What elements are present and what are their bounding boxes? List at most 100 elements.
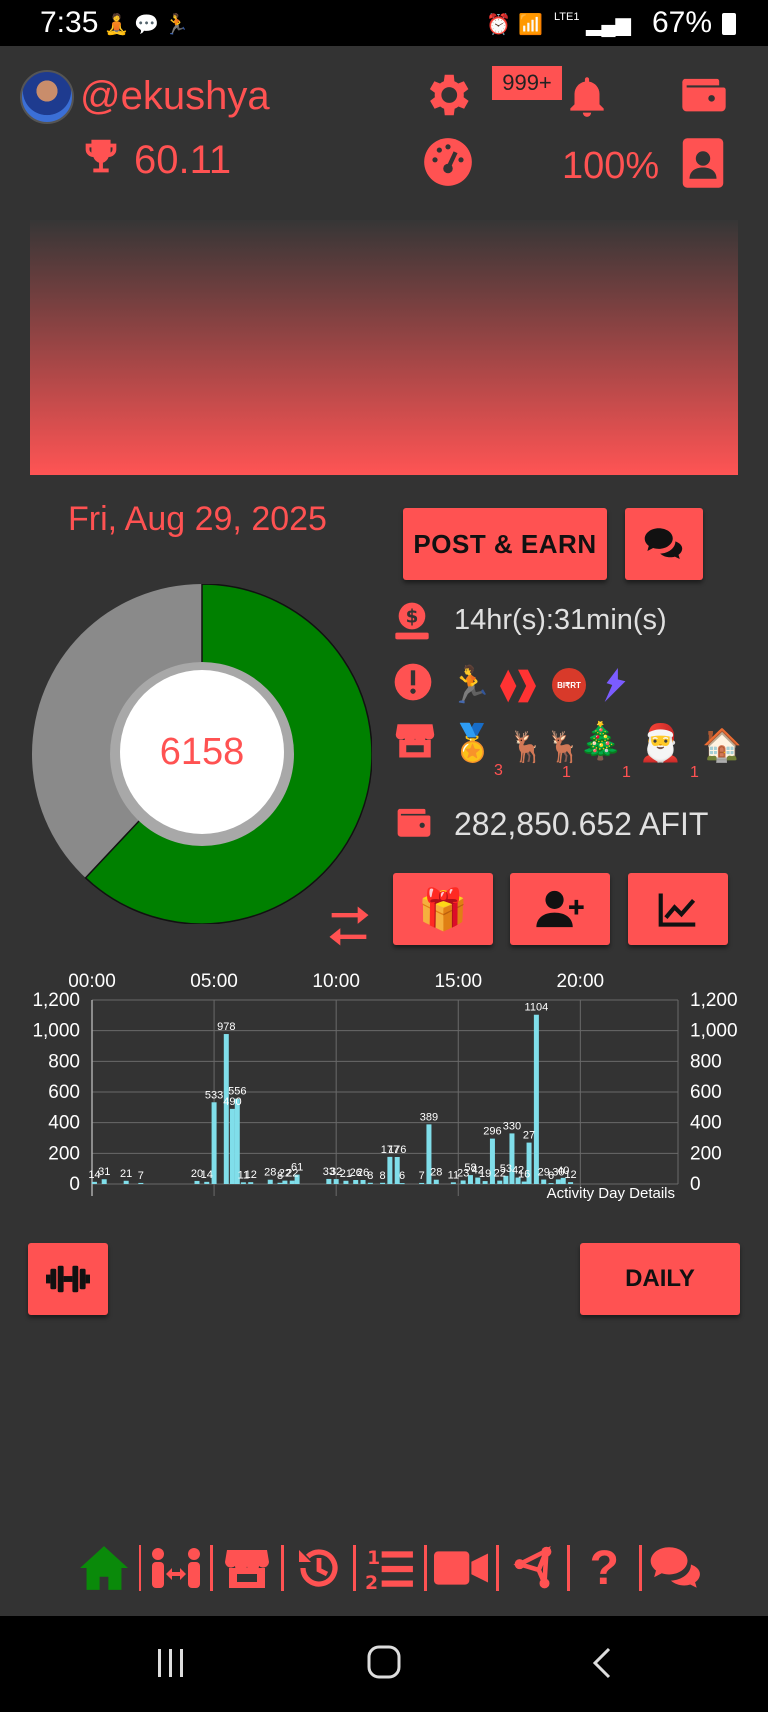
gift-icon: 🎁 — [418, 887, 468, 932]
chart-grid — [91, 999, 679, 1196]
status-bar: 7:35 🧘 💬 🏃 ⏰ 📶 LTE1 ▂▄▆ 67% — [0, 0, 768, 46]
nav-share[interactable] — [499, 1538, 568, 1598]
reindeer-icon: 🦌🦌 — [508, 731, 583, 764]
gear-icon[interactable] — [420, 68, 474, 122]
y-tick-label-right: 1,200 — [690, 990, 738, 1011]
activity-bar — [433, 1179, 439, 1184]
chart-note: Activity Day Details — [547, 1185, 675, 1202]
bar-value-label: 6 — [399, 1170, 405, 1182]
nav-history[interactable] — [284, 1538, 353, 1598]
nav-store[interactable] — [213, 1538, 282, 1598]
people-arrows-icon — [151, 1548, 200, 1588]
splinterlands-icon[interactable] — [604, 668, 628, 702]
nav-videos[interactable] — [427, 1538, 496, 1598]
workout-button[interactable] — [28, 1243, 108, 1315]
add-friend-button[interactable] — [510, 873, 610, 945]
battery-percent: 67% — [651, 6, 712, 39]
hourly-gradient-panel — [30, 220, 738, 475]
gift-button[interactable]: 🎁 — [393, 873, 493, 945]
activity-bar — [450, 1182, 456, 1184]
numbered-list-icon: 1 2 — [365, 1548, 413, 1591]
profile-card-icon[interactable] — [680, 136, 726, 190]
store-icon[interactable] — [394, 720, 436, 760]
chat-bubble-icon: 💬 — [134, 14, 159, 36]
activity-bar — [541, 1179, 547, 1184]
actifit-runner-icon[interactable]: 🏃 — [448, 664, 493, 706]
bar-value-label: 7 — [419, 1170, 425, 1182]
activity-bar — [367, 1182, 373, 1184]
swap-arrows-icon[interactable] — [322, 900, 376, 952]
nav-help[interactable]: ? — [570, 1538, 639, 1598]
activity-bar — [360, 1180, 366, 1184]
activity-bar — [343, 1180, 349, 1184]
line-chart-icon — [658, 893, 696, 927]
y-axis-left-ticks: 0 200 400 600 800 1,000 1,200 — [32, 990, 80, 1195]
activity-bar — [548, 1183, 554, 1185]
wifi-icon: 📶 — [518, 14, 543, 36]
badge-count: 1 — [622, 764, 631, 781]
post-and-earn-button[interactable]: POST & EARN — [403, 508, 607, 580]
x-tick-label: 10:00 — [312, 971, 360, 992]
y-tick-label-left: 0 — [69, 1174, 80, 1195]
wallet-icon — [397, 808, 431, 837]
activity-bar — [223, 1034, 229, 1184]
badge-count: 1 — [690, 764, 699, 781]
x-tick-label: 05:00 — [190, 971, 238, 992]
hive-icon[interactable] — [498, 668, 538, 704]
bar-value-label: 53 — [500, 1163, 512, 1175]
activity-bar — [123, 1180, 129, 1184]
stats-chart-button[interactable] — [628, 873, 728, 945]
bell-icon[interactable] — [562, 68, 612, 124]
activity-bar — [91, 1181, 97, 1184]
activity-bar — [326, 1178, 332, 1184]
status-time: 7:35 — [40, 6, 99, 39]
svg-text:2: 2 — [365, 1573, 378, 1591]
y-axis-right-ticks: 0 200 400 600 800 1,000 1,200 — [690, 990, 738, 1195]
bar-value-label: 978 — [217, 1021, 235, 1033]
battery-icon — [722, 13, 736, 35]
bar-value-label: 12 — [564, 1169, 576, 1181]
question-icon: ? — [589, 1541, 619, 1595]
svg-text:1: 1 — [367, 1548, 380, 1569]
bar-value-label: 12 — [245, 1169, 257, 1181]
activity-bar — [267, 1179, 273, 1184]
daily-button[interactable]: DAILY — [580, 1243, 740, 1315]
add-user-icon — [536, 890, 584, 928]
recent-apps-icon[interactable] — [154, 1646, 188, 1680]
x-tick-label: 15:00 — [434, 971, 482, 992]
x-axis-ticks: 00:00 05:00 10:00 15:00 20:00 — [68, 971, 604, 992]
username[interactable]: @ekushya — [80, 74, 270, 119]
money-timer-icon: $ — [395, 602, 429, 640]
back-icon[interactable] — [590, 1646, 614, 1680]
nav-home[interactable] — [70, 1538, 139, 1598]
activity-bars — [91, 1014, 574, 1185]
activity-bar — [289, 1180, 295, 1184]
badge-count: 1 — [562, 764, 571, 781]
activity-bar — [229, 1108, 235, 1184]
home-system-icon[interactable] — [366, 1644, 402, 1680]
chat-icon — [650, 1547, 700, 1588]
x-tick-label: 00:00 — [68, 971, 116, 992]
avatar[interactable] — [20, 70, 74, 124]
nav-leaderboard[interactable]: 1 2 — [356, 1538, 425, 1598]
activity-bar — [419, 1182, 425, 1184]
video-camera-icon — [434, 1551, 489, 1585]
dashboard-gauge-icon[interactable] — [422, 136, 474, 188]
bar-value-label: 296 — [483, 1126, 501, 1138]
activity-bar — [533, 1014, 539, 1184]
chat-button[interactable] — [625, 508, 703, 580]
x-tick-label: 20:00 — [557, 971, 605, 992]
nav-chat[interactable] — [642, 1538, 711, 1598]
y-tick-label-right: 400 — [690, 1113, 722, 1134]
activity-bar — [521, 1181, 527, 1184]
bar-value-label: 21 — [120, 1168, 132, 1180]
score-value: 60.11 — [134, 138, 232, 182]
notifications-badge: 999+ — [492, 66, 562, 100]
nav-friends[interactable] — [141, 1538, 210, 1598]
store-icon — [225, 1550, 270, 1588]
bar-value-label: 27 — [523, 1130, 535, 1142]
activity-bar — [138, 1182, 144, 1184]
bitrt-icon[interactable]: BI₹RT — [552, 668, 586, 702]
wallet-icon[interactable] — [676, 68, 732, 120]
alert-icon[interactable] — [393, 662, 433, 702]
